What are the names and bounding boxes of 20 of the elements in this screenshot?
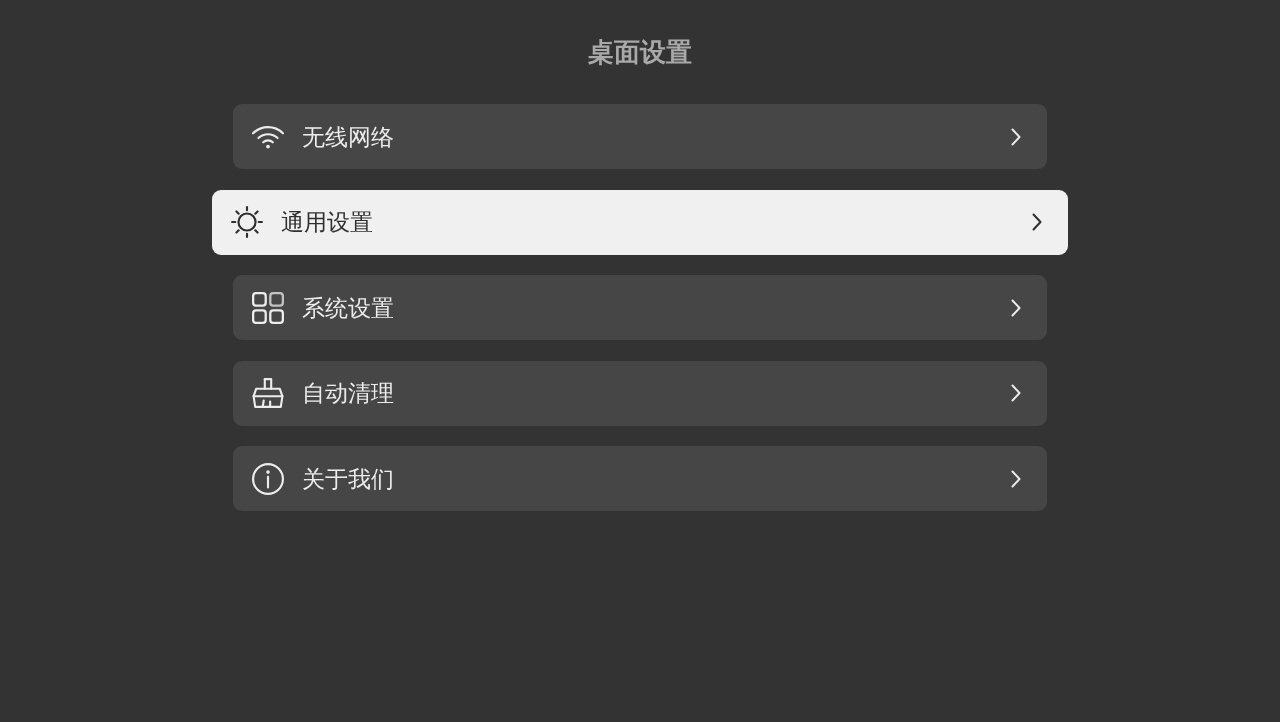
chevron-right-icon <box>1032 213 1042 231</box>
menu-item[interactable]: 通用设置 <box>212 189 1068 255</box>
chevron-right-icon <box>1011 127 1021 146</box>
broom-icon <box>252 377 284 409</box>
menu-item-label: 关于我们 <box>302 464 395 494</box>
grid-icon <box>252 291 284 324</box>
page-title: 桌面设置 <box>588 36 692 69</box>
chevron-right-icon <box>1011 469 1021 488</box>
sun-icon <box>231 206 263 238</box>
menu-item[interactable]: 无线网络 <box>233 104 1047 169</box>
info-icon <box>252 462 284 495</box>
menu-item-label: 通用设置 <box>281 208 374 237</box>
menu-item-label: 自动清理 <box>302 379 395 408</box>
menu-item[interactable]: 关于我们 <box>233 446 1047 511</box>
menu-item-label: 系统设置 <box>302 293 395 323</box>
chevron-right-icon <box>1011 298 1021 317</box>
menu-item[interactable]: 系统设置 <box>233 275 1047 340</box>
chevron-right-icon <box>1011 384 1021 402</box>
menu-item-label: 无线网络 <box>302 122 395 152</box>
menu-item[interactable]: 自动清理 <box>233 360 1047 426</box>
